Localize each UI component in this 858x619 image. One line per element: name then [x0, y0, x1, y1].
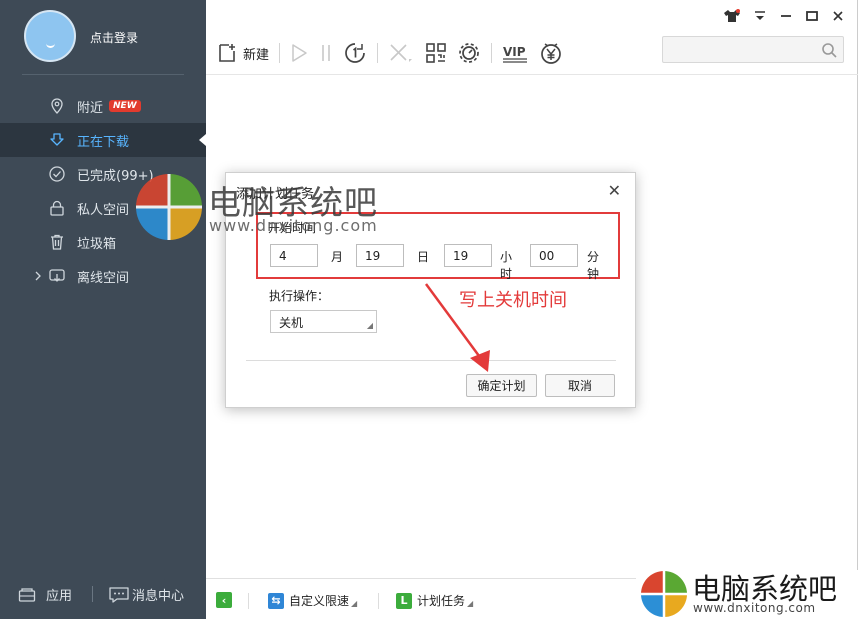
delete-button[interactable] — [387, 42, 415, 64]
download-arrow-icon — [50, 133, 64, 146]
menu-icon[interactable] — [753, 9, 767, 23]
sidebar-item-label: 正在下载 — [77, 134, 130, 150]
caret-icon: ◢ — [467, 598, 474, 608]
minute-unit: 分钟 — [587, 250, 600, 281]
custom-speed-limit-button[interactable]: ⇆ 自定义限速 ◢ — [268, 592, 357, 609]
avatar[interactable] — [24, 10, 76, 62]
search-box[interactable] — [662, 36, 844, 63]
watermark-url: www.dnxitong.com — [209, 216, 378, 235]
single-task-button[interactable] — [343, 41, 367, 65]
start-button[interactable] — [289, 42, 309, 64]
sidebar-item-label: 私人空间 — [77, 202, 130, 218]
close-icon[interactable] — [831, 9, 845, 23]
pause-button[interactable] — [319, 42, 333, 64]
sidebar-item-offline-space[interactable]: 离线空间 — [0, 259, 206, 293]
month-unit: 月 — [331, 250, 344, 264]
new-badge: NEW — [109, 100, 141, 112]
apps-label: 应用 — [46, 589, 73, 604]
status-divider — [378, 593, 379, 609]
cancel-button[interactable]: 取消 — [545, 374, 615, 397]
trash-icon — [51, 234, 63, 250]
custom-speed-limit-label: 自定义限速 — [289, 594, 350, 608]
sidebar-divider — [22, 74, 184, 75]
cloud-download-icon — [49, 269, 65, 282]
scheduled-task-button[interactable]: L 计划任务 ◢ — [396, 592, 473, 609]
toolbar-divider — [377, 43, 379, 63]
sidebar-bottom-bar: 应用 消息中心 — [0, 578, 206, 608]
hour-unit: 小时 — [500, 250, 513, 281]
number-one-circle-icon — [345, 43, 365, 63]
minimize-icon[interactable] — [779, 9, 793, 23]
month-input[interactable] — [270, 244, 318, 267]
watermark-logo — [136, 174, 202, 240]
maximize-icon[interactable] — [805, 9, 819, 23]
sidebar-item-nearby[interactable]: 附近 NEW — [0, 89, 206, 123]
search-input[interactable] — [663, 37, 813, 62]
toolbar-divider-line — [206, 74, 858, 75]
back-arrow-icon: ‹ — [216, 592, 232, 608]
sidebar-item-downloading[interactable]: 正在下载 — [0, 123, 206, 157]
qr-code-icon — [426, 43, 446, 63]
annotation-text: 写上关机时间 — [459, 290, 567, 311]
back-button[interactable]: ‹ — [216, 592, 237, 608]
skin-shirt-icon[interactable] — [723, 9, 741, 23]
dialog-close-icon[interactable]: ✕ — [608, 181, 621, 200]
schedule-icon: L — [396, 592, 412, 609]
toolbar: 新建 VIP — [216, 38, 573, 68]
message-center-label: 消息中心 — [132, 589, 185, 604]
message-center-button[interactable]: 消息中心 — [108, 585, 184, 604]
sidebar: 点击登录 附近 NEW 正在下载 已完成(99+) 私人空间 垃圾箱 离线空间 — [0, 0, 206, 619]
login-link[interactable]: 点击登录 — [90, 29, 138, 46]
day-input[interactable] — [356, 244, 404, 267]
location-pin-icon — [51, 98, 63, 114]
sidebar-item-label: 附近 — [77, 100, 104, 116]
status-divider — [248, 593, 249, 609]
vip-icon: VIP — [503, 45, 528, 63]
minute-input[interactable] — [530, 244, 578, 267]
window-controls — [723, 9, 845, 23]
action-select-value: 关机 — [279, 316, 304, 330]
search-icon[interactable] — [821, 42, 837, 58]
toolbar-divider — [279, 43, 281, 63]
delete-x-icon — [390, 44, 413, 62]
scheduled-task-label: 计划任务 — [417, 594, 466, 608]
chevron-right-icon[interactable] — [34, 270, 42, 282]
speed-gauge-button[interactable] — [457, 41, 481, 65]
money-button[interactable] — [539, 41, 563, 65]
chat-bubble-icon — [109, 586, 129, 603]
sidebar-bottom-divider — [92, 586, 93, 602]
day-unit: 日 — [417, 250, 430, 264]
new-task-label: 新建 — [243, 47, 270, 63]
lock-icon — [50, 200, 64, 216]
pause-icon — [322, 45, 330, 61]
vip-button[interactable]: VIP — [501, 41, 529, 65]
chevron-down-icon: ◢ — [366, 321, 373, 330]
action-select[interactable]: 关机 ◢ — [270, 310, 377, 333]
qr-code-button[interactable] — [425, 42, 447, 64]
apps-button[interactable]: 应用 — [18, 585, 72, 604]
corner-watermark-logo — [641, 571, 687, 617]
corner-watermark-url: www.dnxitong.com — [693, 601, 816, 615]
sidebar-item-label: 垃圾箱 — [77, 236, 117, 252]
check-circle-icon — [49, 166, 65, 182]
new-task-button[interactable]: 新建 — [216, 42, 269, 64]
caret-icon: ◢ — [351, 598, 358, 608]
action-label: 执行操作： — [269, 289, 330, 303]
sidebar-item-label: 离线空间 — [77, 270, 130, 286]
new-file-icon — [219, 44, 235, 62]
play-icon — [292, 44, 307, 62]
svg-text:VIP: VIP — [503, 45, 526, 59]
apps-icon — [18, 587, 36, 602]
toolbar-divider — [491, 43, 493, 63]
gear-icon — [459, 43, 479, 63]
yuan-coin-icon — [541, 43, 561, 64]
hour-input[interactable] — [444, 244, 492, 267]
speed-limit-icon: ⇆ — [268, 592, 284, 609]
